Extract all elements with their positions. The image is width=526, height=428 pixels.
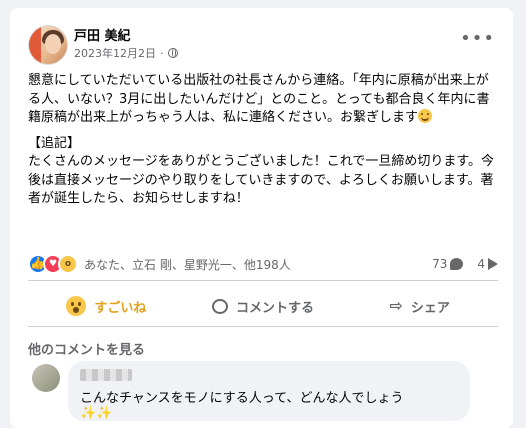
divider-top	[28, 280, 498, 281]
reaction-names[interactable]: あなた、立石 剛、星野光一、他198人	[84, 256, 291, 273]
comment-count[interactable]: 73	[432, 257, 464, 271]
addendum-heading: 【追記】	[28, 135, 81, 151]
post-date[interactable]: 2023年12月2日	[74, 45, 156, 61]
share-icon: ⇨	[389, 296, 403, 315]
action-bar: すごいね コメントする ⇨ シェア	[28, 289, 498, 323]
post-meta: 2023年12月2日 ·	[74, 45, 178, 61]
comment-button[interactable]: コメントする	[185, 289, 342, 323]
wow-button[interactable]: すごいね	[28, 289, 185, 323]
smiling-face-icon	[418, 109, 433, 123]
post-paragraph-2: たくさんのメッセージをありがとうございました！これで一旦締め切ります。今後は直接…	[28, 154, 495, 206]
comment-bubble: こんなチャンスをモノにする人って、どんな人でしょう ✨✨	[68, 361, 470, 421]
globe-icon	[167, 48, 178, 58]
commenter-name-blurred[interactable]	[80, 369, 132, 381]
post-body: 懇意にしていただいている出版社の社長さんから連絡。「年内に原稿が出来上がる人、い…	[28, 72, 498, 209]
wow-reaction-icon[interactable]: o	[58, 254, 78, 274]
post-paragraph-1: 懇意にしていただいている出版社の社長さんから連絡。「年内に原稿が出来上がる人、い…	[28, 73, 490, 125]
commenter-avatar[interactable]	[32, 364, 60, 392]
comment-text: こんなチャンスをモノにする人って、どんな人でしょう ✨✨	[80, 391, 404, 421]
comment-bubble-icon	[450, 258, 464, 270]
see-more-comments[interactable]: 他のコメントを見る	[28, 339, 145, 358]
reactions-bar: 👍 ♥ o あなた、立石 剛、星野光一、他198人 73 4	[28, 252, 498, 276]
share-count[interactable]: 4	[477, 257, 498, 271]
author-name[interactable]: 戸田 美紀	[74, 25, 131, 44]
post-card: 戸田 美紀 2023年12月2日 · ••• 懇意にしていただいている出版社の社…	[10, 8, 513, 428]
wow-face-icon	[66, 296, 87, 316]
divider-bottom	[28, 326, 498, 327]
comment-icon	[212, 298, 228, 314]
meta-separator: ·	[160, 46, 164, 60]
share-button[interactable]: ⇨ シェア	[341, 289, 498, 323]
share-arrow-icon	[488, 258, 498, 270]
more-options-button[interactable]: •••	[460, 28, 495, 49]
author-avatar[interactable]	[28, 25, 68, 65]
